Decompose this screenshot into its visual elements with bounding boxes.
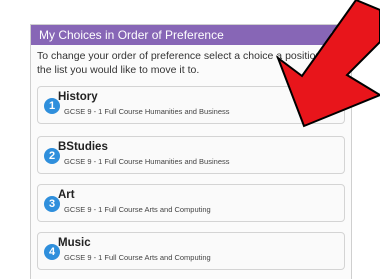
red-arrow-icon [275,0,380,128]
pointer-arrow-overlay [275,0,380,128]
